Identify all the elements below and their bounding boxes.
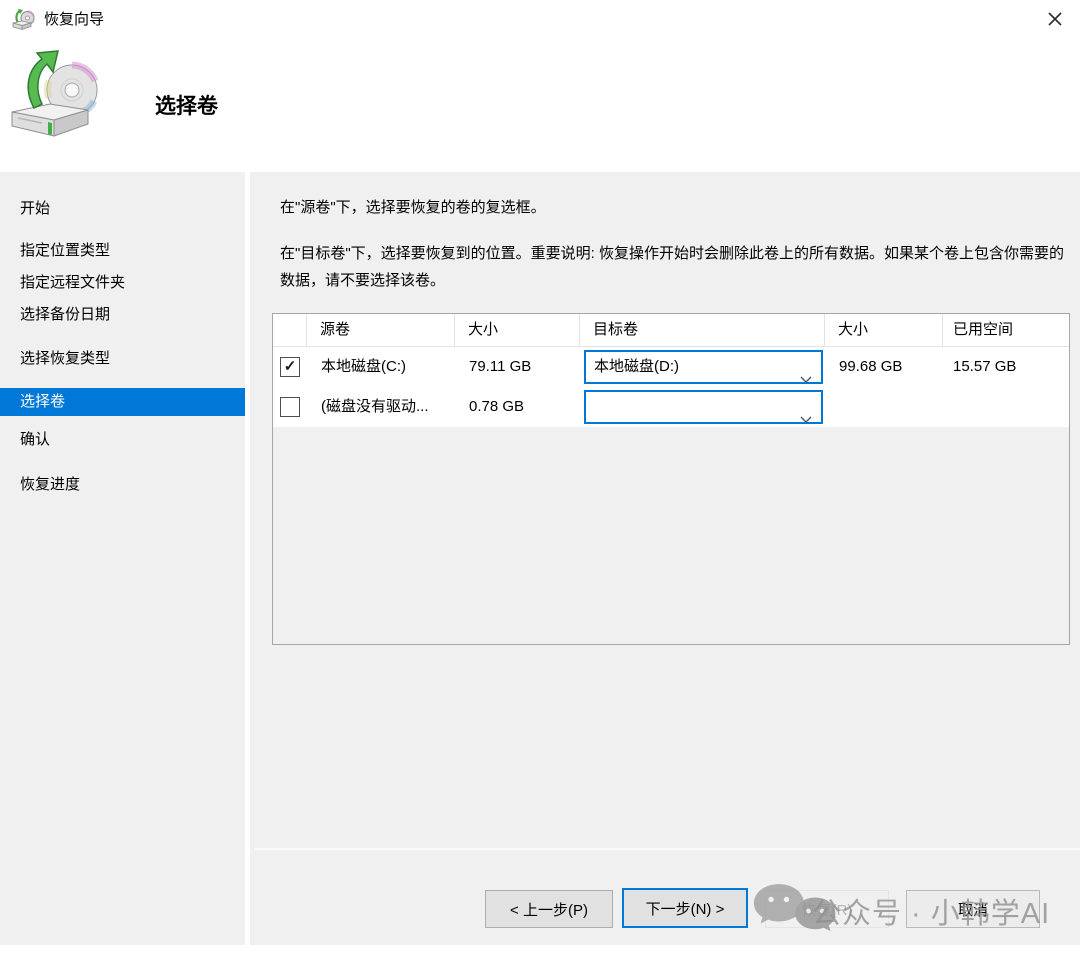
next-button[interactable]: 下一步(N) > [622,888,748,928]
row1-target-volume-value: 本地磁盘(D:) [594,358,679,375]
row1-size: 79.11 GB [469,347,531,387]
column-header-source-volume: 源卷 [307,314,455,346]
row2-target-volume-dropdown[interactable] [584,390,823,424]
cancel-button[interactable]: 取消 [906,890,1040,928]
instruction-target-volume: 在"目标卷"下，选择要恢复到的位置。重要说明: 恢复操作开始时会删除此卷上的所有… [280,240,1064,294]
volumes-table-header: 源卷 大小 目标卷 大小 已用空间 [273,314,1069,347]
column-header-size: 大小 [455,314,580,346]
sidebar-item-location-type[interactable]: 指定位置类型 [0,236,245,266]
button-area-separator [255,848,1080,850]
row1-checkbox[interactable]: ✓ [280,357,300,377]
close-button[interactable] [1036,4,1074,36]
sidebar-item-remote-folder[interactable]: 指定远程文件夹 [0,268,245,298]
volumes-table: 源卷 大小 目标卷 大小 已用空间 ✓ 本地磁盘(C:) 79.11 GB 本地… [272,313,1070,645]
column-header-used-space: 已用空间 [943,314,1069,346]
column-header-checkbox [273,314,307,346]
page-title: 选择卷 [155,90,218,120]
wizard-header: 选择卷 [0,40,1080,172]
row1-source-volume: 本地磁盘(C:) [321,347,406,387]
column-header-target-size: 大小 [825,314,943,346]
close-icon [1047,11,1063,30]
recovery-wizard-window: 恢复向导 [0,0,1080,958]
table-row: ✓ 本地磁盘(C:) 79.11 GB 本地磁盘(D:) 99.68 GB 15… [273,347,1069,387]
sidebar-item-recovery-progress[interactable]: 恢复进度 [0,470,245,500]
instruction-source-volume: 在"源卷"下，选择要恢复的卷的复选框。 [280,196,546,217]
restore-volume-icon [8,44,104,149]
previous-button[interactable]: < 上一步(P) [485,890,613,928]
row1-used-space: 15.57 GB [953,347,1016,387]
wizard-content: 在"源卷"下，选择要恢复的卷的复选框。 在"目标卷"下，选择要恢复到的位置。重要… [255,172,1080,945]
window-title: 恢复向导 [44,0,104,40]
table-row: (磁盘没有驱动... 0.78 GB [273,387,1069,427]
sidebar-item-backup-date[interactable]: 选择备份日期 [0,300,245,330]
title-bar: 恢复向导 [0,0,1080,40]
column-header-target-volume: 目标卷 [580,314,825,346]
row1-target-volume-dropdown[interactable]: 本地磁盘(D:) [584,350,823,384]
sidebar-item-start[interactable]: 开始 [0,194,245,224]
chevron-down-icon [800,405,812,424]
row2-source-volume: (磁盘没有驱动... [321,387,429,427]
recover-button[interactable]: 恢复(R) [765,890,889,928]
row2-size: 0.78 GB [469,387,524,427]
row2-checkbox[interactable] [280,397,300,417]
sidebar-item-confirm[interactable]: 确认 [0,425,245,455]
wizard-steps-sidebar: 开始 指定位置类型 指定远程文件夹 选择备份日期 选择恢复类型 选择卷 确认 恢… [0,172,250,945]
sidebar-item-recovery-type[interactable]: 选择恢复类型 [0,344,245,374]
sidebar-item-select-volume[interactable]: 选择卷 [0,388,245,416]
wizard-body: 开始 指定位置类型 指定远程文件夹 选择备份日期 选择恢复类型 选择卷 确认 恢… [0,172,1080,945]
recovery-wizard-icon [12,8,36,32]
chevron-down-icon [800,365,812,384]
row1-target-size: 99.68 GB [839,347,902,387]
